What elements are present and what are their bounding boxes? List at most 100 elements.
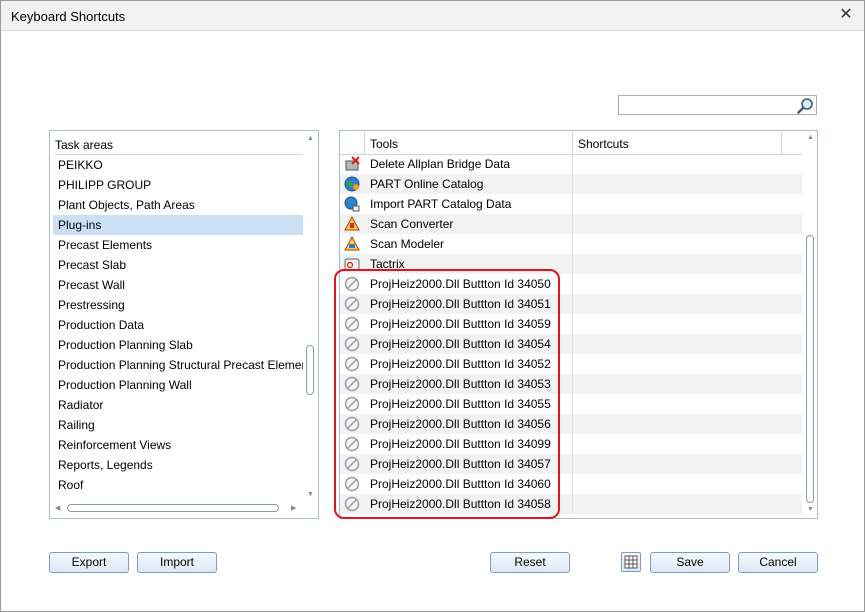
task-area-item[interactable]: Prestressing <box>53 295 303 315</box>
table-row[interactable]: ProjHeiz2000.Dll Buttton Id 34099 <box>340 434 802 454</box>
task-area-item[interactable]: Production Planning Wall <box>53 375 303 395</box>
task-area-item[interactable]: Reports, Legends <box>53 455 303 475</box>
task-area-item[interactable]: Production Data <box>53 315 303 335</box>
cancel-button[interactable]: Cancel <box>738 552 818 573</box>
task-area-item[interactable]: Reinforcement Views <box>53 435 303 455</box>
scroll-up-arrow-icon[interactable]: ▲ <box>807 134 814 141</box>
task-area-item[interactable]: Production Planning Structural Precast E… <box>53 355 303 375</box>
shortcut-cell[interactable] <box>572 214 802 234</box>
disabled-icon <box>344 296 360 312</box>
table-row[interactable]: Delete Allplan Bridge Data <box>340 154 802 174</box>
shortcut-cell[interactable] <box>572 474 802 494</box>
table-row[interactable]: ProjHeiz2000.Dll Buttton Id 34050 <box>340 274 802 294</box>
task-area-item[interactable]: Radiator <box>53 395 303 415</box>
task-area-item[interactable]: PEIKKO <box>53 155 303 175</box>
task-area-item[interactable]: Plant Objects, Path Areas <box>53 195 303 215</box>
scroll-right-arrow-icon[interactable]: ▶ <box>291 504 296 512</box>
shortcut-cell[interactable] <box>572 174 802 194</box>
tool-name: ProjHeiz2000.Dll Buttton Id 34053 <box>370 377 551 391</box>
scroll-down-arrow-icon[interactable]: ▼ <box>807 506 814 513</box>
task-areas-header-label: Task areas <box>55 138 114 152</box>
shortcut-cell[interactable] <box>572 494 802 514</box>
tool-name: Scan Modeler <box>370 237 445 251</box>
task-area-item[interactable]: Roof <box>53 475 303 495</box>
shortcuts-column-header[interactable]: Shortcuts <box>578 137 629 151</box>
close-icon[interactable]: ✕ <box>838 7 854 23</box>
table-row[interactable]: ProjHeiz2000.Dll Buttton Id 34056 <box>340 414 802 434</box>
tool-name: PART Online Catalog <box>370 177 484 191</box>
task-area-item[interactable]: Precast Slab <box>53 255 303 275</box>
table-row[interactable]: Import PART Catalog Data <box>340 194 802 214</box>
table-row[interactable]: ProjHeiz2000.Dll Buttton Id 34055 <box>340 394 802 414</box>
scroll-thumb[interactable] <box>306 345 314 395</box>
shortcut-cell[interactable] <box>572 254 802 274</box>
table-row[interactable]: Scan Converter <box>340 214 802 234</box>
shortcut-cell[interactable] <box>572 434 802 454</box>
shortcut-cell[interactable] <box>572 374 802 394</box>
tool-name: ProjHeiz2000.Dll Buttton Id 34057 <box>370 457 551 471</box>
disabled-icon <box>344 356 360 372</box>
table-view-button[interactable] <box>621 552 641 572</box>
scroll-thumb-horizontal[interactable] <box>67 504 279 512</box>
shortcut-cell[interactable] <box>572 354 802 374</box>
table-grid-icon <box>624 555 638 569</box>
scroll-up-arrow-icon[interactable]: ▲ <box>307 135 314 142</box>
tool-name: ProjHeiz2000.Dll Buttton Id 34055 <box>370 397 551 411</box>
task-areas-horizontal-scrollbar[interactable]: ◀ ▶ <box>53 502 303 514</box>
shortcut-cell[interactable] <box>572 234 802 254</box>
scan-modeler-icon <box>344 236 360 251</box>
table-row[interactable]: ProjHeiz2000.Dll Buttton Id 34052 <box>340 354 802 374</box>
table-row[interactable]: Tactrix <box>340 254 802 274</box>
task-area-item[interactable]: PHILIPP GROUP <box>53 175 303 195</box>
import-catalog-icon <box>344 196 360 212</box>
task-area-item[interactable]: Plug-ins <box>53 215 303 235</box>
export-button[interactable]: Export <box>49 552 129 573</box>
table-row[interactable]: ProjHeiz2000.Dll Buttton Id 34058 <box>340 494 802 514</box>
tool-name: ProjHeiz2000.Dll Buttton Id 34051 <box>370 297 551 311</box>
shortcut-cell[interactable] <box>572 334 802 354</box>
shortcut-cell[interactable] <box>572 274 802 294</box>
import-button[interactable]: Import <box>137 552 217 573</box>
shortcut-cell[interactable] <box>572 154 802 174</box>
table-row[interactable]: ProjHeiz2000.Dll Buttton Id 34060 <box>340 474 802 494</box>
tools-vertical-scrollbar[interactable]: ▲ ▼ <box>803 131 817 518</box>
disabled-icon <box>344 336 360 352</box>
table-row[interactable]: PART Online Catalog <box>340 174 802 194</box>
scroll-left-arrow-icon[interactable]: ◀ <box>55 504 60 512</box>
column-separator <box>572 132 573 154</box>
column-separator <box>364 132 365 154</box>
task-area-item[interactable]: Railing <box>53 415 303 435</box>
task-area-item[interactable]: Precast Elements <box>53 235 303 255</box>
shortcut-cell[interactable] <box>572 314 802 334</box>
tool-name: ProjHeiz2000.Dll Buttton Id 34054 <box>370 337 551 351</box>
tool-name: ProjHeiz2000.Dll Buttton Id 34056 <box>370 417 551 431</box>
tools-column-header[interactable]: Tools <box>370 137 398 151</box>
shortcut-cell[interactable] <box>572 294 802 314</box>
scroll-thumb[interactable] <box>806 235 814 503</box>
shortcut-cell[interactable] <box>572 394 802 414</box>
search-icon[interactable] <box>797 97 814 114</box>
dialog-title: Keyboard Shortcuts <box>11 9 126 24</box>
search-box[interactable] <box>618 95 817 115</box>
table-row[interactable]: ProjHeiz2000.Dll Buttton Id 34053 <box>340 374 802 394</box>
task-area-item[interactable]: Precast Wall <box>53 275 303 295</box>
search-input[interactable] <box>621 97 791 113</box>
tool-name: ProjHeiz2000.Dll Buttton Id 34099 <box>370 437 551 451</box>
tool-name: Delete Allplan Bridge Data <box>370 157 511 171</box>
keyboard-shortcuts-dialog: Keyboard Shortcuts ✕ Task areas PEIKKO PH… <box>0 0 865 612</box>
reset-button[interactable]: Reset <box>490 552 570 573</box>
shortcut-cell[interactable] <box>572 194 802 214</box>
shortcut-cell[interactable] <box>572 414 802 434</box>
save-button[interactable]: Save <box>650 552 730 573</box>
table-row[interactable]: Scan Modeler <box>340 234 802 254</box>
table-row[interactable]: ProjHeiz2000.Dll Buttton Id 34051 <box>340 294 802 314</box>
scroll-down-arrow-icon[interactable]: ▼ <box>307 491 314 498</box>
disabled-icon <box>344 316 360 332</box>
shortcut-cell[interactable] <box>572 454 802 474</box>
disabled-icon <box>344 436 360 452</box>
table-row[interactable]: ProjHeiz2000.Dll Buttton Id 34054 <box>340 334 802 354</box>
task-area-item[interactable]: Production Planning Slab <box>53 335 303 355</box>
table-row[interactable]: ProjHeiz2000.Dll Buttton Id 34059 <box>340 314 802 334</box>
table-row[interactable]: ProjHeiz2000.Dll Buttton Id 34057 <box>340 454 802 474</box>
task-areas-vertical-scrollbar[interactable]: ▲ ▼ <box>304 135 316 501</box>
